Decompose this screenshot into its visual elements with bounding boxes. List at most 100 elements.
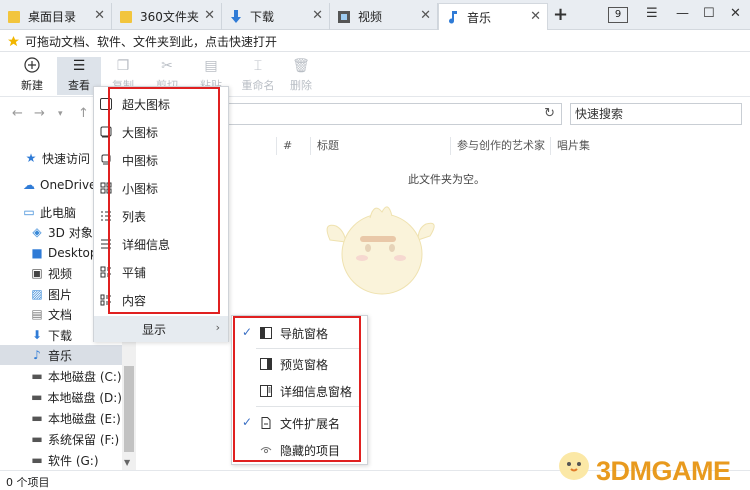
new-tab-button[interactable]: +	[553, 4, 568, 25]
sidebar-item-label: 文档	[48, 307, 73, 322]
forward-arrow-icon[interactable]: →	[34, 106, 45, 121]
large-icons-icon	[100, 126, 112, 138]
sidebar-item-label: 下载	[48, 328, 73, 343]
sidebar-item-drive-d[interactable]: ▬ 本地磁盘 (D:)	[0, 387, 122, 407]
address-bar[interactable]: ↻	[226, 103, 562, 125]
back-arrow-icon[interactable]: ←	[12, 106, 23, 121]
refresh-icon[interactable]: ↻	[544, 106, 555, 121]
tiles-view-icon	[100, 266, 111, 278]
submenu-item-hidden-items[interactable]: 隐藏的项目	[232, 437, 367, 463]
document-icon: ▤	[31, 307, 43, 321]
close-icon[interactable]: ✕	[530, 9, 541, 24]
tab-360-folder[interactable]: 360文件夹 ✕	[112, 3, 222, 30]
sidebar-item-music[interactable]: ♪ 音乐	[0, 345, 122, 365]
menu-item-label: 显示	[142, 322, 167, 337]
sidebar-item-drive-f[interactable]: ▬ 系统保留 (F:)	[0, 429, 122, 449]
search-input[interactable]	[570, 103, 742, 125]
submenu-item-label: 预览窗格	[280, 357, 329, 372]
menu-item-label: 内容	[122, 293, 147, 308]
menu-item-extra-large-icons[interactable]: 超大图标	[94, 91, 228, 117]
submenu-item-label: 导航窗格	[280, 326, 329, 341]
tab-label: 音乐	[467, 10, 492, 25]
sidebar-item-drive-c[interactable]: ▬ 本地磁盘 (C:)	[0, 366, 122, 386]
download-arrow-icon: ⬇	[31, 328, 43, 342]
details-pane-icon	[260, 385, 272, 397]
close-icon[interactable]: ✕	[420, 8, 431, 23]
close-icon[interactable]: ✕	[94, 8, 105, 23]
delete-button-label: 删除	[290, 79, 312, 92]
column-header-title[interactable]: 标题	[310, 137, 450, 155]
up-arrow-icon[interactable]: ↑	[78, 106, 89, 121]
menu-item-tiles[interactable]: 平铺	[94, 259, 228, 285]
close-icon[interactable]: ✕	[204, 8, 215, 23]
tab-bar: 桌面目录 ✕ 360文件夹 ✕ 下载 ✕ 视频 ✕ 音乐 ✕ + 9 ☰ — ☐…	[0, 0, 750, 30]
column-header-album[interactable]: 唱片集	[550, 137, 640, 155]
details-view-icon	[101, 239, 111, 249]
scroll-down-icon[interactable]: ▼	[124, 458, 130, 467]
sidebar-item-label: 本地磁盘 (C:)	[48, 369, 122, 384]
sidebar-item-drive-g[interactable]: ▬ 软件 (G:)	[0, 450, 122, 470]
submenu-item-file-extensions[interactable]: ✓ 文件扩展名	[232, 410, 367, 436]
quick-open-hint: 可拖动文档、软件、文件夹到此，点击快速打开	[25, 34, 278, 49]
close-icon[interactable]: ✕	[312, 8, 323, 23]
menu-item-small-icons[interactable]: 小图标	[94, 175, 228, 201]
sidebar-item-label: 此电脑	[40, 205, 77, 220]
folder-icon	[8, 10, 20, 23]
checkmark-icon: ✓	[242, 325, 253, 339]
folder-icon	[120, 10, 132, 23]
menu-item-label: 中图标	[122, 153, 159, 168]
delete-button[interactable]: 🗑 删除	[279, 57, 323, 95]
music-note-icon	[449, 11, 457, 24]
new-button[interactable]: 新建	[10, 57, 54, 95]
scroll-thumb[interactable]	[124, 366, 134, 452]
watermark-text: 3DMGAME	[596, 456, 731, 486]
tab-download[interactable]: 下载 ✕	[222, 3, 330, 30]
list-view-icon	[101, 211, 111, 221]
submenu-item-details-pane[interactable]: 详细信息窗格	[232, 378, 367, 404]
rename-button[interactable]: ⌶ 重命名	[236, 57, 280, 95]
drive-icon: ▬	[31, 390, 43, 404]
quick-open-bar[interactable]: 可拖动文档、软件、文件夹到此，点击快速打开	[0, 31, 750, 52]
menu-icon[interactable]: ☰	[646, 6, 658, 21]
menu-item-display[interactable]: 显示 ›	[94, 316, 228, 342]
submenu-item-preview-pane[interactable]: 预览窗格	[232, 351, 367, 377]
sidebar-item-label: 本地磁盘 (E:)	[48, 411, 121, 426]
tab-desktop-dir[interactable]: 桌面目录 ✕	[0, 3, 112, 30]
drive-icon: ▬	[31, 432, 43, 446]
drive-icon: ▬	[31, 453, 43, 467]
tab-video[interactable]: 视频 ✕	[330, 3, 438, 30]
download-arrow-icon	[231, 9, 241, 23]
maximize-icon[interactable]: ☐	[703, 6, 715, 21]
menu-item-large-icons[interactable]: 大图标	[94, 119, 228, 145]
rename-icon: ⌶	[253, 58, 263, 74]
history-chevron-icon[interactable]: ▾	[58, 109, 63, 119]
item-count: 0 个项目	[6, 476, 50, 489]
tab-music[interactable]: 音乐 ✕	[438, 3, 548, 30]
menu-item-content[interactable]: 内容	[94, 287, 228, 313]
tab-label: 360文件夹	[140, 10, 199, 24]
minimize-icon[interactable]: —	[676, 6, 689, 21]
menu-item-details[interactable]: 详细信息	[94, 231, 228, 257]
menu-item-list[interactable]: 列表	[94, 203, 228, 229]
sidebar-item-drive-e[interactable]: ▬ 本地磁盘 (E:)	[0, 408, 122, 428]
preview-pane-icon	[260, 358, 272, 370]
tab-count-badge[interactable]: 9	[608, 7, 628, 23]
submenu-item-label: 文件扩展名	[280, 416, 341, 431]
plus-circle-icon	[10, 57, 54, 75]
new-button-label: 新建	[21, 79, 43, 92]
column-header-artist[interactable]: 参与创作的艺术家	[450, 137, 550, 155]
submenu-item-navigation-pane[interactable]: ✓ 导航窗格	[232, 320, 367, 346]
sidebar-item-label: 图片	[48, 287, 73, 302]
view-dropdown-menu: 超大图标 大图标 中图标 小图标 列表 详细信息 平铺 内容 显示 ›	[93, 86, 229, 342]
extra-large-icons-icon	[100, 98, 112, 110]
menu-item-label: 详细信息	[122, 237, 171, 252]
sidebar-item-label: Desktop	[48, 246, 98, 260]
close-window-icon[interactable]: ✕	[730, 6, 741, 21]
chevron-right-icon: ›	[215, 321, 220, 334]
sidebar-item-label: 3D 对象	[48, 225, 93, 240]
mascot-illustration	[326, 206, 435, 295]
navigation-pane-icon	[260, 327, 272, 339]
column-header-number[interactable]: #	[276, 137, 310, 155]
submenu-item-label: 隐藏的项目	[280, 443, 341, 458]
menu-item-medium-icons[interactable]: 中图标	[94, 147, 228, 173]
